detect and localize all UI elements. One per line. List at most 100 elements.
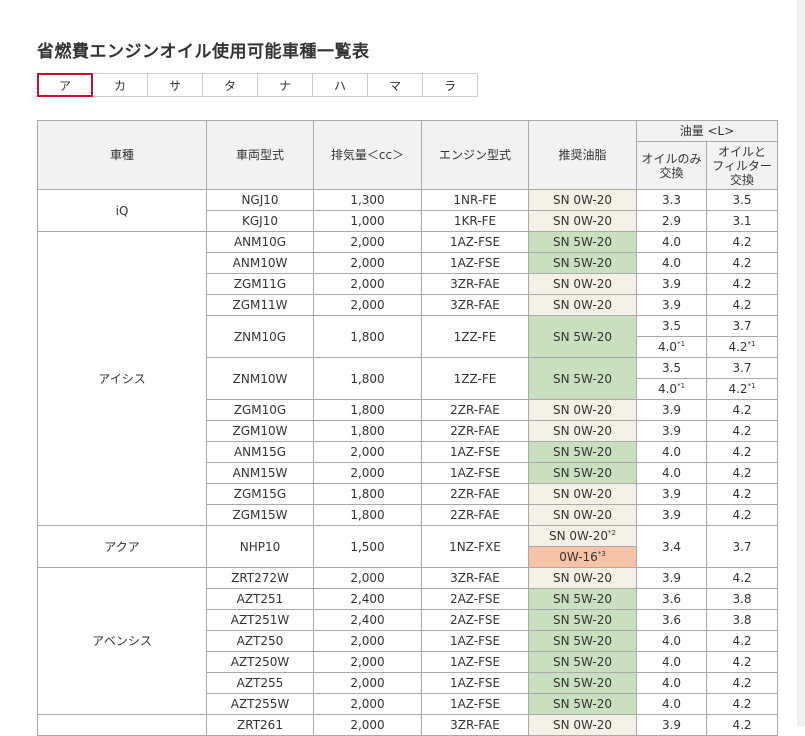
model-code-text: AZT251: [236, 592, 284, 606]
with-filter-amount-text: 4.2: [732, 256, 752, 270]
displacement: 2,000: [313, 252, 422, 274]
engine-code: 2ZR-FAE: [421, 420, 529, 442]
model-code: ZRT261: [206, 714, 314, 736]
engine-code: 2ZR-FAE: [421, 399, 529, 421]
model-code: KGJ10: [206, 210, 314, 232]
model-code-text: ZGM15W: [232, 508, 288, 522]
with-filter-amount: 3.7: [706, 315, 778, 337]
with-filter-amount: 4.2: [706, 294, 778, 316]
model-code: ZGM11G: [206, 273, 314, 295]
displacement-text: 1,800: [350, 424, 385, 438]
with-filter-amount-text: 4.2: [732, 571, 752, 585]
displacement: 2,000: [313, 630, 422, 652]
model-code-text: ANM15W: [232, 466, 288, 480]
model-code: ZRT272W: [206, 567, 314, 589]
engine-code-text: 1AZ-FSE: [449, 466, 501, 480]
oil-only-amount: 3.9: [636, 420, 707, 442]
tab-ma[interactable]: マ: [367, 73, 423, 97]
recommended-oil: SN 0W-20: [528, 420, 637, 442]
oil-only-amount: 3.9: [636, 714, 707, 736]
page-title: 省燃費エンジンオイル使用可能車種一覧表: [37, 42, 370, 62]
model-code: AZT251W: [206, 609, 314, 631]
model-code-text: ZRT261: [237, 718, 283, 732]
displacement: 2,000: [313, 294, 422, 316]
displacement: 1,500: [313, 525, 422, 568]
recommended-oil: SN 5W-20: [528, 588, 637, 610]
displacement: 1,800: [313, 315, 422, 358]
recommended-oil-text: SN 0W-20: [552, 214, 613, 228]
model-code-text: AZT250W: [230, 655, 290, 669]
displacement: 2,000: [313, 462, 422, 484]
recommended-oil-text: SN 5W-20: [552, 466, 613, 480]
scrollbar[interactable]: [797, 0, 805, 727]
tab-ra[interactable]: ラ: [422, 73, 478, 97]
recommended-oil-text: SN 5W-20: [552, 676, 613, 690]
displacement: 1,800: [313, 483, 422, 505]
with-filter-amount: 3.8: [706, 609, 778, 631]
oil-only-amount: 3.5: [636, 357, 707, 379]
oil-only-amount-text: 3.9: [661, 718, 682, 732]
model-code-text: KGJ10: [242, 214, 278, 228]
engine-code-text: 1AZ-FSE: [449, 634, 501, 648]
oil-only-amount-text: 3.6: [661, 613, 682, 627]
header-displacement: 排気量＜cc＞: [313, 120, 422, 190]
recommended-oil: SN 5W-20: [528, 693, 637, 715]
oil-only-amount-text: 3.9: [661, 571, 682, 585]
oil-only-amount-text: 3.9: [661, 508, 682, 522]
model-code: ZNM10G: [206, 315, 314, 358]
model-code-text: ZGM15G: [233, 487, 287, 501]
engine-code-text: 1AZ-FSE: [449, 655, 501, 669]
displacement: 1,800: [313, 399, 422, 421]
model-code: AZT255W: [206, 693, 314, 715]
with-filter-amount-text: 4.2: [728, 340, 748, 354]
recommended-oil-text: SN 0W-20: [549, 529, 609, 543]
engine-code: 1AZ-FSE: [421, 252, 529, 274]
recommended-oil: SN 0W-20: [528, 189, 637, 211]
with-filter-amount: 4.2: [706, 714, 778, 736]
engine-code-text: 2ZR-FAE: [450, 487, 500, 501]
with-filter-amount-text: 4.2: [732, 466, 752, 480]
with-filter-amount: 4.2: [706, 567, 778, 589]
engine-code: 2ZR-FAE: [421, 483, 529, 505]
with-filter-amount-text: 4.2: [732, 508, 752, 522]
oil-compatibility-table: 車種 車両型式 排気量＜cc＞ エンジン型式 推奨油脂 油量 <L> オイルのみ…: [37, 120, 778, 736]
recommended-oil-text: SN 5W-20: [552, 445, 613, 459]
displacement-text: 2,000: [350, 445, 385, 459]
engine-code-text: 2ZR-FAE: [450, 424, 500, 438]
engine-code-text: 1NZ-FXE: [449, 539, 501, 554]
header-with-filter: オイルと フィルター 交換: [706, 141, 778, 190]
footnote-mark: *1: [677, 382, 686, 390]
header-car: 車種: [37, 120, 207, 190]
with-filter-amount-text: 4.2: [732, 235, 752, 249]
with-filter-amount: 4.2: [706, 672, 778, 694]
recommended-oil: SN 0W-20: [528, 399, 637, 421]
model-code: ANM15G: [206, 441, 314, 463]
tab-sa[interactable]: サ: [147, 73, 203, 97]
with-filter-amount: 4.2: [706, 252, 778, 274]
car-name-text: アクア: [104, 539, 140, 554]
engine-code: 3ZR-FAE: [421, 294, 529, 316]
displacement-text: 2,400: [350, 613, 385, 627]
displacement: 1,800: [313, 504, 422, 526]
tab-a[interactable]: ア: [37, 73, 93, 97]
recommended-oil-text: SN 5W-20: [552, 235, 613, 249]
tab-na[interactable]: ナ: [257, 73, 313, 97]
displacement-text: 2,000: [350, 466, 385, 480]
tab-ka[interactable]: カ: [92, 73, 148, 97]
engine-code-text: 1KR-FE: [453, 214, 497, 228]
oil-only-amount: 3.9: [636, 567, 707, 589]
recommended-oil: SN 0W-20*2: [528, 525, 637, 547]
oil-only-amount: 4.0: [636, 252, 707, 274]
with-filter-amount: 3.7: [706, 357, 778, 379]
header-amount: 油量 <L>: [636, 120, 778, 142]
oil-only-amount: 3.4: [636, 525, 707, 568]
tab-ha[interactable]: ハ: [312, 73, 368, 97]
displacement-text: 1,300: [350, 193, 385, 207]
engine-code-text: 1AZ-FSE: [449, 697, 501, 711]
recommended-oil-text: SN 0W-20: [552, 424, 613, 438]
recommended-oil-alt-text: 0W-16: [559, 550, 598, 564]
model-code: AZT255: [206, 672, 314, 694]
model-code-text: NGJ10: [241, 193, 279, 207]
engine-code-text: 1AZ-FSE: [449, 256, 501, 270]
tab-ta[interactable]: タ: [202, 73, 258, 97]
